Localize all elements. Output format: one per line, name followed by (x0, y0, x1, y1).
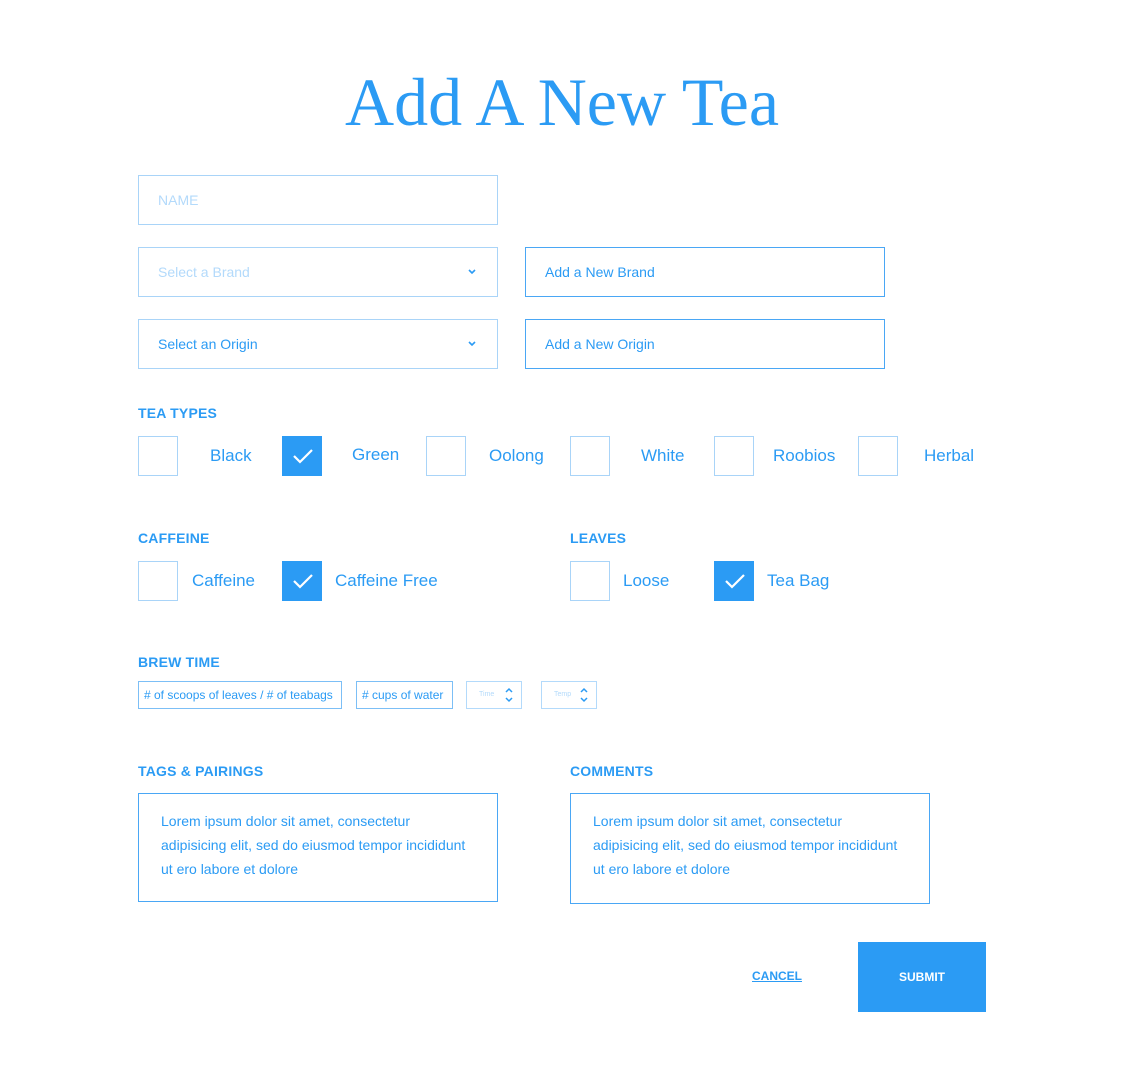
option-label-loose: Loose (623, 571, 670, 590)
option-label-roobios: Roobios (773, 446, 836, 465)
origin-select-value: Select an Origin (158, 336, 258, 352)
tags-label: TAGS & PAIRINGS (138, 763, 264, 779)
option-label-caffeine: Caffeine (192, 571, 256, 590)
checkbox-tea-bag[interactable] (714, 561, 754, 601)
spinner-arrows-icon[interactable] (579, 686, 589, 704)
new-brand-input[interactable]: Add a New Brand (525, 247, 885, 297)
checkmark-icon (293, 449, 313, 464)
leaves-label: LEAVES (570, 530, 627, 546)
option-label-caffeine-free: Caffeine Free (335, 571, 438, 590)
temp-stepper[interactable]: Temp (541, 681, 597, 709)
checkmark-icon (293, 574, 313, 589)
brand-select-placeholder: Select a Brand (158, 264, 250, 280)
tags-text: Lorem ipsum dolor sit amet, consectetur … (161, 813, 466, 877)
tags-textarea[interactable]: Lorem ipsum dolor sit amet, consectetur … (138, 793, 498, 902)
origin-select[interactable]: Select an Origin (138, 319, 498, 369)
option-label-oolong: Oolong (489, 446, 544, 465)
submit-button-label: SUBMIT (899, 970, 945, 984)
comments-text: Lorem ipsum dolor sit amet, consectetur … (593, 813, 898, 877)
comments-label: COMMENTS (570, 763, 654, 779)
name-input[interactable]: NAME (138, 175, 498, 225)
option-label-black: Black (210, 446, 252, 465)
page-title: Add A New Tea (344, 64, 780, 140)
new-brand-label: Add a New Brand (545, 264, 655, 280)
temp-placeholder: Temp (554, 691, 572, 698)
checkbox-herbal[interactable] (858, 436, 898, 476)
chevron-down-icon (468, 341, 476, 347)
cups-input-label: # cups of water (362, 688, 444, 702)
checkmark-icon (725, 574, 745, 589)
new-origin-input[interactable]: Add a New Origin (525, 319, 885, 369)
checkbox-oolong[interactable] (426, 436, 466, 476)
submit-button[interactable]: SUBMIT (858, 942, 986, 1012)
time-stepper[interactable]: Time (466, 681, 522, 709)
option-label-herbal: Herbal (924, 446, 975, 465)
cancel-button[interactable]: CANCEL (752, 969, 802, 983)
new-origin-label: Add a New Origin (545, 336, 655, 352)
checkbox-green[interactable] (282, 436, 322, 476)
scoops-input[interactable]: # of scoops of leaves / # of teabags (138, 681, 342, 709)
brew-time-label: BREW TIME (138, 654, 220, 670)
brand-select[interactable]: Select a Brand (138, 247, 498, 297)
chevron-down-icon (468, 269, 476, 275)
checkbox-white[interactable] (570, 436, 610, 476)
checkbox-caffeine[interactable] (138, 561, 178, 601)
name-placeholder: NAME (158, 192, 199, 208)
spinner-arrows-icon[interactable] (504, 686, 514, 704)
option-label-white: White (641, 446, 685, 465)
scoops-input-label: # of scoops of leaves / # of teabags (144, 688, 333, 702)
time-placeholder: Time (479, 691, 495, 698)
cups-input[interactable]: # cups of water (356, 681, 453, 709)
checkbox-roobios[interactable] (714, 436, 754, 476)
checkbox-black[interactable] (138, 436, 178, 476)
comments-textarea[interactable]: Lorem ipsum dolor sit amet, consectetur … (570, 793, 930, 904)
caffeine-label: CAFFEINE (138, 530, 210, 546)
tea-types-label: TEA TYPES (138, 405, 218, 421)
option-label-tea-bag: Tea Bag (767, 571, 830, 590)
checkbox-loose[interactable] (570, 561, 610, 601)
checkbox-caffeine-free[interactable] (282, 561, 322, 601)
option-label-green: Green (352, 445, 400, 464)
